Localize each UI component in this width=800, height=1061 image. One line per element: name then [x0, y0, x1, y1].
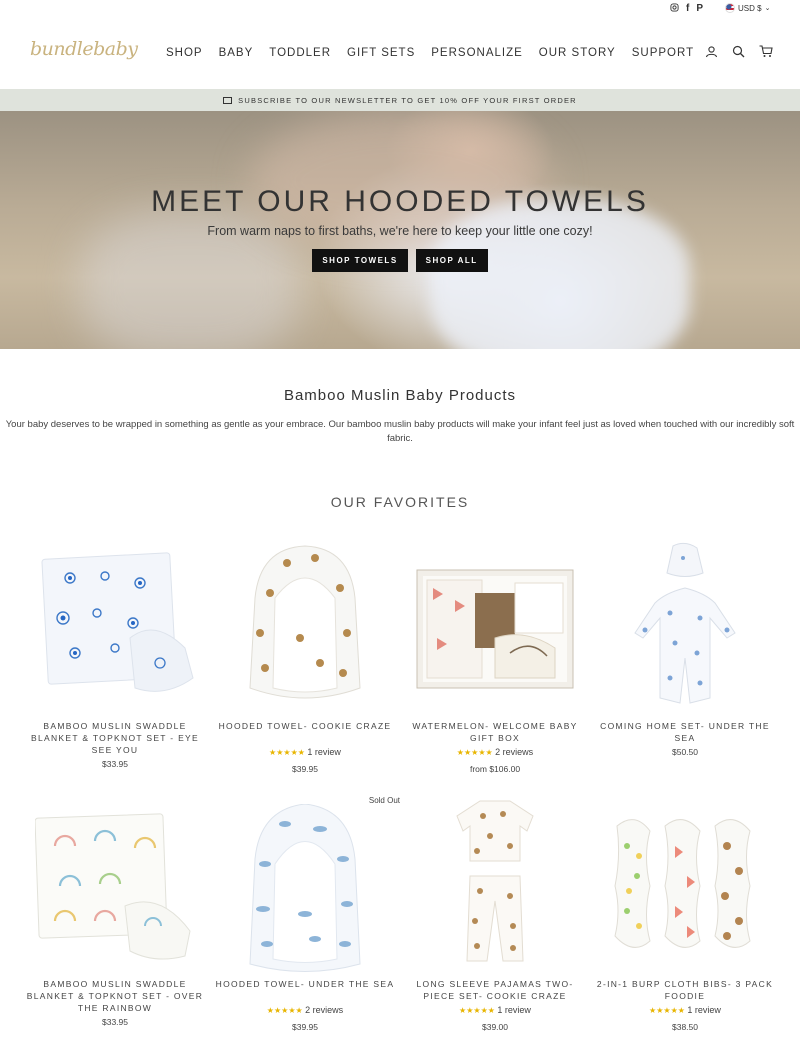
intro-title: Bamboo Muslin Baby Products	[283, 387, 517, 404]
nav-shop[interactable]: SHOP	[166, 47, 203, 59]
search-icon[interactable]	[732, 45, 745, 58]
cart-icon[interactable]	[759, 45, 773, 58]
facebook-icon[interactable]: f	[686, 3, 689, 14]
product-price: from $106.00	[469, 764, 521, 774]
product-name[interactable]: LONG SLEEVE PAJAMAS TWO-PIECE SET- COOKI…	[405, 978, 585, 1002]
review-count[interactable]: 2 reviews	[305, 1005, 343, 1015]
account-icon[interactable]	[705, 45, 718, 58]
product-image[interactable]	[605, 538, 765, 708]
star-rating-icon: ★★★★★	[459, 1006, 495, 1015]
product-image[interactable]	[225, 803, 385, 974]
logo[interactable]: bundlebaby	[30, 38, 138, 60]
product-card[interactable]: 2-IN-1 BURP CLOTH BIBS- 3 PACK FOODIE ★★…	[590, 796, 780, 1054]
currency-label: USD $	[738, 3, 762, 13]
nav-our-story[interactable]: OUR STORY	[539, 47, 616, 59]
social-links: f P	[670, 3, 703, 14]
star-rating-icon: ★★★★★	[269, 748, 305, 757]
product-rating: ★★★★★ 1 review	[400, 1005, 590, 1015]
product-name[interactable]: HOODED TOWEL- COOKIE CRAZE	[215, 720, 395, 732]
instagram-icon[interactable]	[670, 3, 679, 14]
hero-subtitle: From warm naps to first baths, we're her…	[207, 224, 593, 238]
product-card[interactable]: BAMBOO MUSLIN SWADDLE BLANKET & TOPKNOT …	[20, 796, 210, 1054]
product-name[interactable]: BAMBOO MUSLIN SWADDLE BLANKET & TOPKNOT …	[25, 720, 205, 756]
product-card[interactable]: COMING HOME SET- UNDER THE SEA $50.50	[590, 538, 780, 796]
star-rating-icon: ★★★★★	[649, 1006, 685, 1015]
product-card[interactable]: Sold Out HOODED TOWEL- UNDER THE SEA ★★★…	[210, 796, 400, 1054]
product-card[interactable]: WATERMELON- WELCOME BABY GIFT BOX ★★★★★ …	[400, 538, 590, 796]
header-icons	[705, 45, 773, 58]
review-count[interactable]: 2 reviews	[495, 747, 533, 757]
product-name[interactable]: COMING HOME SET- UNDER THE SEA	[595, 720, 775, 744]
star-rating-icon: ★★★★★	[456, 748, 493, 757]
star-rating-icon: ★★★★★	[266, 1006, 303, 1015]
product-name[interactable]: BAMBOO MUSLIN SWADDLE BLANKET & TOPKNOT …	[25, 978, 205, 1014]
product-image[interactable]	[35, 538, 195, 708]
currency-selector[interactable]: USD $ ⌄	[725, 3, 770, 13]
shop-towels-button[interactable]: SHOP TOWELS	[312, 249, 408, 272]
product-image[interactable]	[34, 796, 195, 966]
hero-banner: MEET OUR HOODED TOWELS From warm naps to…	[0, 111, 800, 349]
intro-text: Your baby deserves to be wrapped in some…	[5, 419, 795, 444]
chevron-down-icon: ⌄	[764, 5, 771, 12]
product-price: $39.95	[292, 1022, 318, 1032]
site-header: bundlebaby SHOP BABY TODDLER GIFT SETS P…	[0, 18, 800, 89]
newsletter-banner[interactable]: SUBSCRIBE TO OUR NEWSLETTER TO GET 10% O…	[0, 89, 800, 111]
product-card[interactable]: LONG SLEEVE PAJAMAS TWO-PIECE SET- COOKI…	[400, 796, 590, 1054]
product-price: $38.50	[672, 1022, 698, 1032]
product-grid: BAMBOO MUSLIN SWADDLE BLANKET & TOPKNOT …	[20, 538, 790, 1054]
product-card[interactable]: HOODED TOWEL- COOKIE CRAZE ★★★★★ 1 revie…	[210, 538, 400, 796]
product-rating: ★★★★★ 1 review	[590, 1005, 780, 1015]
product-rating: ★★★★★ 2 reviews	[400, 747, 590, 757]
us-flag-icon	[725, 3, 735, 13]
product-image[interactable]	[415, 538, 575, 708]
hero-title: MEET OUR HOODED TOWELS	[151, 185, 649, 218]
nav-toddler[interactable]: TODDLER	[269, 47, 331, 59]
nav-gift-sets[interactable]: GIFT SETS	[347, 47, 415, 59]
favorites-title: OUR FAVORITES	[330, 494, 470, 510]
product-image[interactable]	[415, 796, 575, 966]
review-count[interactable]: 1 review	[497, 1005, 531, 1015]
utility-bar: f P USD $ ⌄	[0, 0, 800, 18]
hero-buttons: SHOP TOWELS SHOP ALL	[0, 249, 800, 272]
product-price: $39.00	[482, 1022, 508, 1032]
product-rating: ★★★★★ 2 reviews	[210, 1005, 400, 1015]
product-name[interactable]: WATERMELON- WELCOME BABY GIFT BOX	[405, 720, 585, 744]
main-nav: SHOP BABY TODDLER GIFT SETS PERSONALIZE …	[166, 47, 694, 59]
product-rating: ★★★★★ 1 review	[210, 747, 400, 757]
nav-baby[interactable]: BABY	[219, 47, 254, 59]
pinterest-icon[interactable]: P	[696, 3, 703, 14]
mail-icon	[223, 96, 233, 104]
product-card[interactable]: BAMBOO MUSLIN SWADDLE BLANKET & TOPKNOT …	[20, 538, 210, 796]
product-price: $50.50	[672, 747, 698, 757]
nav-support[interactable]: SUPPORT	[632, 47, 694, 59]
product-price: $39.95	[292, 764, 318, 774]
review-count[interactable]: 1 review	[687, 1005, 721, 1015]
review-count[interactable]: 1 review	[307, 747, 341, 757]
shop-all-button[interactable]: SHOP ALL	[415, 249, 488, 272]
nav-personalize[interactable]: PERSONALIZE	[431, 47, 523, 59]
product-name[interactable]: HOODED TOWEL- UNDER THE SEA	[215, 978, 395, 990]
logo-text: bundlebaby	[30, 38, 138, 60]
product-image[interactable]	[605, 796, 765, 966]
newsletter-text: SUBSCRIBE TO OUR NEWSLETTER TO GET 10% O…	[238, 95, 577, 105]
product-price: $33.95	[102, 759, 128, 769]
product-image[interactable]	[225, 538, 385, 708]
product-price: $33.95	[102, 1017, 128, 1027]
product-name[interactable]: 2-IN-1 BURP CLOTH BIBS- 3 PACK FOODIE	[595, 978, 775, 1002]
